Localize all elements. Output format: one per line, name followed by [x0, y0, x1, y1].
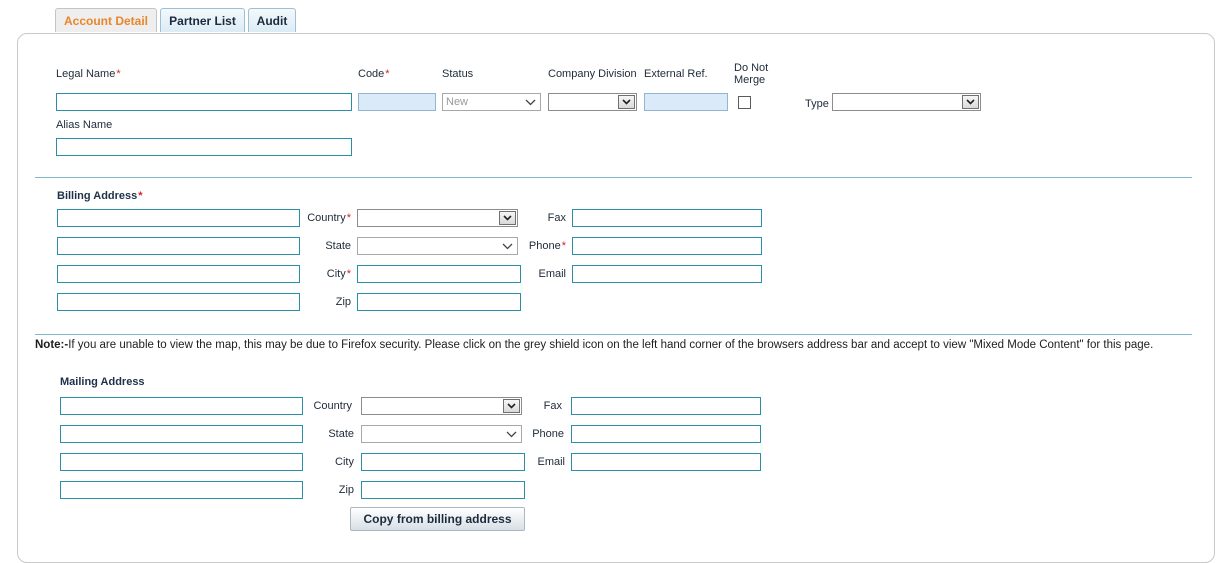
mailing-address-line-3[interactable]	[60, 453, 303, 471]
section-divider	[35, 177, 1192, 178]
legal-name-input[interactable]	[56, 93, 352, 111]
mailing-address-line-2[interactable]	[60, 425, 303, 443]
billing-email-input[interactable]	[572, 265, 762, 283]
billing-country-label: Country*	[307, 212, 351, 224]
billing-address-line-4[interactable]	[57, 293, 300, 311]
status-select[interactable]: New	[442, 93, 541, 111]
billing-fax-label: Fax	[547, 212, 566, 224]
billing-city-label: City*	[326, 268, 351, 280]
mailing-phone-label: Phone	[532, 428, 564, 440]
type-label: Type	[805, 98, 829, 110]
billing-address-line-3[interactable]	[57, 265, 300, 283]
billing-phone-input[interactable]	[572, 237, 762, 255]
billing-city-input[interactable]	[357, 265, 521, 283]
external-ref-label: External Ref.	[644, 68, 708, 80]
billing-phone-label: Phone*	[528, 240, 566, 252]
company-division-select[interactable]	[548, 93, 637, 111]
billing-zip-label: Zip	[335, 296, 351, 308]
billing-country-select[interactable]	[357, 209, 518, 227]
mailing-address-title: Mailing Address	[60, 376, 145, 388]
code-label: Code*	[358, 68, 390, 80]
mailing-zip-label: Zip	[338, 484, 354, 496]
chevron-down-icon	[522, 94, 538, 110]
mailing-fax-label: Fax	[543, 400, 562, 412]
mailing-state-select[interactable]	[361, 425, 522, 443]
billing-address-line-1[interactable]	[57, 209, 300, 227]
copy-from-billing-button[interactable]: Copy from billing address	[350, 507, 525, 531]
alias-name-label: Alias Name	[56, 119, 113, 131]
chevron-down-icon	[618, 95, 635, 109]
billing-fax-input[interactable]	[572, 209, 762, 227]
mailing-state-label: State	[328, 428, 354, 440]
type-select[interactable]	[832, 93, 981, 111]
legal-name-label: Legal Name*	[56, 68, 121, 80]
tab-account-detail[interactable]: Account Detail	[55, 8, 157, 32]
mailing-country-label: Country	[313, 400, 352, 412]
mailing-country-select[interactable]	[361, 397, 522, 415]
mailing-city-input[interactable]	[361, 453, 525, 471]
external-ref-input[interactable]	[644, 93, 728, 111]
billing-address-line-2[interactable]	[57, 237, 300, 255]
firefox-security-note: Note:-If you are unable to view the map,…	[35, 339, 1154, 351]
billing-address-title: Billing Address*	[57, 190, 143, 202]
code-input[interactable]	[358, 93, 436, 111]
company-division-label: Company Division	[548, 68, 637, 80]
mailing-address-line-1[interactable]	[60, 397, 303, 415]
do-not-merge-checkbox[interactable]	[738, 96, 751, 109]
mailing-email-label: Email	[537, 456, 565, 468]
mailing-fax-input[interactable]	[571, 397, 761, 415]
do-not-merge-label: Do Not Merge	[734, 62, 769, 86]
billing-email-label: Email	[538, 268, 566, 280]
billing-zip-input[interactable]	[357, 293, 521, 311]
status-label: Status	[442, 68, 474, 80]
mailing-city-label: City	[335, 456, 354, 468]
chevron-down-icon	[962, 95, 979, 109]
mailing-phone-input[interactable]	[571, 425, 761, 443]
tab-audit[interactable]: Audit	[248, 8, 296, 32]
billing-state-label: State	[325, 240, 351, 252]
mailing-zip-input[interactable]	[361, 481, 525, 499]
alias-name-input[interactable]	[56, 138, 352, 156]
tab-partner-list[interactable]: Partner List	[160, 8, 245, 32]
billing-state-select[interactable]	[357, 237, 518, 255]
section-divider	[35, 334, 1192, 335]
mailing-address-line-4[interactable]	[60, 481, 303, 499]
mailing-email-input[interactable]	[571, 453, 761, 471]
